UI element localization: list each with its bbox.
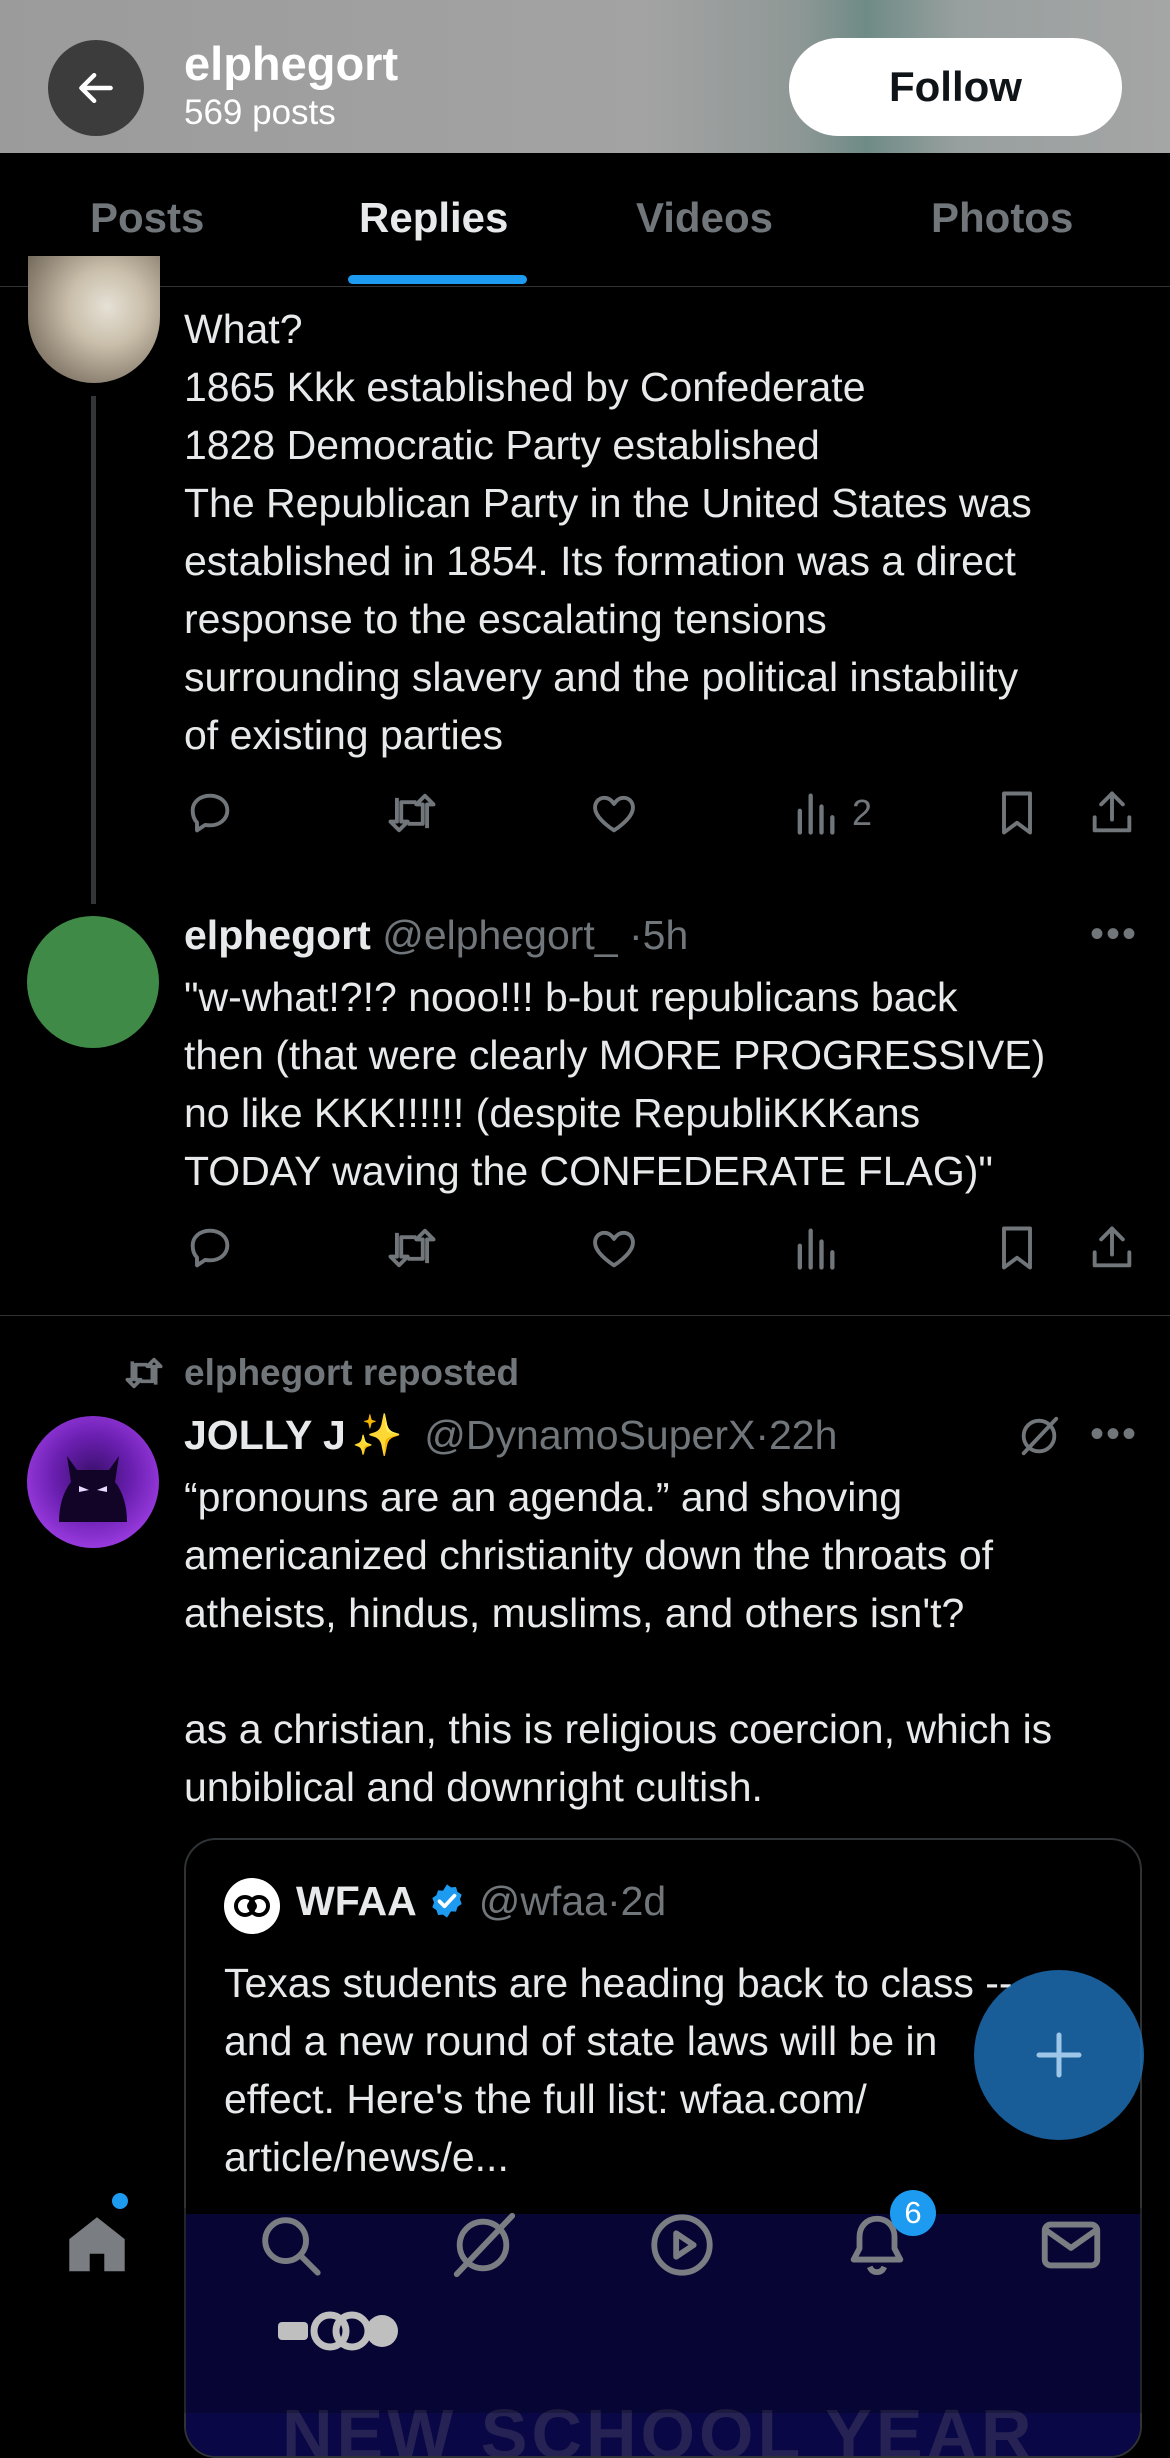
wfaa-avatar	[224, 1878, 280, 1934]
post-header: elphegort @elphegort_ ·5h	[184, 906, 688, 964]
nav-messages[interactable]	[1036, 2210, 1106, 2285]
post-text: What? 1865 Kkk established by Confederat…	[184, 306, 1032, 758]
reply-button[interactable]	[184, 787, 236, 839]
follow-button[interactable]: Follow	[789, 38, 1122, 136]
profile-post-count: 569 posts	[184, 93, 336, 132]
arrow-left-icon	[79, 72, 113, 104]
profile-name: elphegort	[184, 37, 399, 90]
bookmark-icon	[1002, 1226, 1032, 1270]
post-divider	[0, 1315, 1170, 1316]
wfaa-logo-icon	[234, 1895, 270, 1917]
home-icon	[69, 2217, 125, 2272]
batman-avatar-image	[59, 1456, 127, 1522]
post-text: "w-what!?!? nooo!!! b-but republicans ba…	[184, 974, 1046, 1194]
quote-text: Texas students are heading back to class…	[224, 1960, 1013, 2180]
sparkles-emoji: ✨	[351, 1412, 403, 1458]
user-avatar[interactable]	[28, 256, 160, 383]
share-button[interactable]	[1086, 787, 1138, 839]
repost-context: elphegort reposted	[122, 1352, 519, 1394]
post-header: JOLLY J ✨ @DynamoSuperX·22h	[184, 1406, 837, 1464]
nav-videos[interactable]	[647, 2210, 717, 2285]
bookmark-icon	[1002, 791, 1032, 835]
home-unread-dot	[112, 2193, 128, 2209]
analytics-icon	[797, 793, 835, 835]
analytics-icon	[797, 1228, 835, 1270]
play-circle-icon	[651, 2214, 713, 2276]
more-options-icon[interactable]: •••	[1090, 1405, 1138, 1463]
dot-separator: ·	[606, 1878, 621, 1924]
reply-icon	[190, 1228, 230, 1268]
reply-button[interactable]	[184, 1222, 236, 1274]
verified-badge-icon	[432, 1884, 462, 1918]
views-button[interactable]: 2	[792, 787, 872, 839]
views-button[interactable]	[792, 1222, 838, 1274]
tab-posts[interactable]: Posts	[90, 197, 204, 239]
repost-label[interactable]: elphegort reposted	[184, 1352, 519, 1394]
quote-header: WFAA @wfaa · 2d	[296, 1872, 666, 1930]
active-tab-indicator	[348, 275, 527, 284]
post-time[interactable]: 22h	[769, 1412, 837, 1458]
quote-author-name[interactable]: WFAA	[296, 1872, 417, 1930]
more-options-icon[interactable]: •••	[1090, 905, 1138, 963]
tab-replies[interactable]: Replies	[359, 197, 508, 239]
repost-icon	[388, 793, 436, 833]
reply-icon	[190, 793, 230, 833]
heart-icon	[593, 795, 635, 833]
repost-button[interactable]	[384, 1222, 440, 1274]
bookmark-button[interactable]	[994, 787, 1040, 839]
profile-tabs: Posts Replies Videos Photos	[0, 153, 1170, 287]
bookmark-button[interactable]	[994, 1222, 1040, 1274]
plus-icon	[1036, 2032, 1082, 2078]
heart-icon	[593, 1230, 635, 1268]
views-count: 2	[852, 792, 873, 833]
author-handle[interactable]: @DynamoSuperX	[424, 1412, 755, 1458]
post-text: “pronouns are an agenda.” and shoving am…	[184, 1474, 1053, 1810]
quote-author-handle[interactable]: @wfaa	[479, 1872, 607, 1930]
user-avatar[interactable]	[27, 916, 159, 1048]
tab-videos[interactable]: Videos	[636, 197, 773, 239]
author-handle[interactable]: @elphegort_	[382, 912, 617, 958]
post-time[interactable]: 5h	[643, 912, 689, 958]
notifications-badge: 6	[890, 2190, 936, 2236]
bottom-navigation	[0, 2208, 1170, 2413]
nav-search[interactable]	[255, 2210, 325, 2285]
share-button[interactable]	[1086, 1222, 1138, 1274]
thread-line	[91, 396, 96, 904]
profile-header: elphegort 569 posts Follow	[0, 0, 1170, 153]
like-button[interactable]	[588, 787, 640, 839]
back-button[interactable]	[48, 40, 144, 136]
share-icon	[1092, 791, 1132, 833]
dot-separator: ·	[755, 1412, 769, 1458]
repost-icon	[125, 1357, 163, 1389]
nav-grok[interactable]	[448, 2210, 518, 2285]
repost-icon	[388, 1228, 436, 1268]
share-icon	[1092, 1226, 1132, 1268]
repost-button[interactable]	[384, 787, 440, 839]
quote-time: 2d	[620, 1878, 667, 1924]
grok-icon[interactable]	[1016, 1413, 1062, 1464]
grok-icon	[453, 2212, 516, 2278]
like-button[interactable]	[588, 1222, 640, 1274]
author-name[interactable]: elphegort	[184, 912, 371, 958]
tab-photos[interactable]: Photos	[931, 197, 1073, 239]
search-icon	[262, 2217, 321, 2276]
user-avatar[interactable]	[27, 1416, 159, 1548]
mail-icon	[1041, 2221, 1101, 2269]
author-name[interactable]: JOLLY J	[184, 1412, 346, 1458]
nav-home[interactable]	[62, 2210, 132, 2285]
compose-button[interactable]	[974, 1970, 1144, 2140]
dot-separator: ·	[629, 912, 643, 958]
